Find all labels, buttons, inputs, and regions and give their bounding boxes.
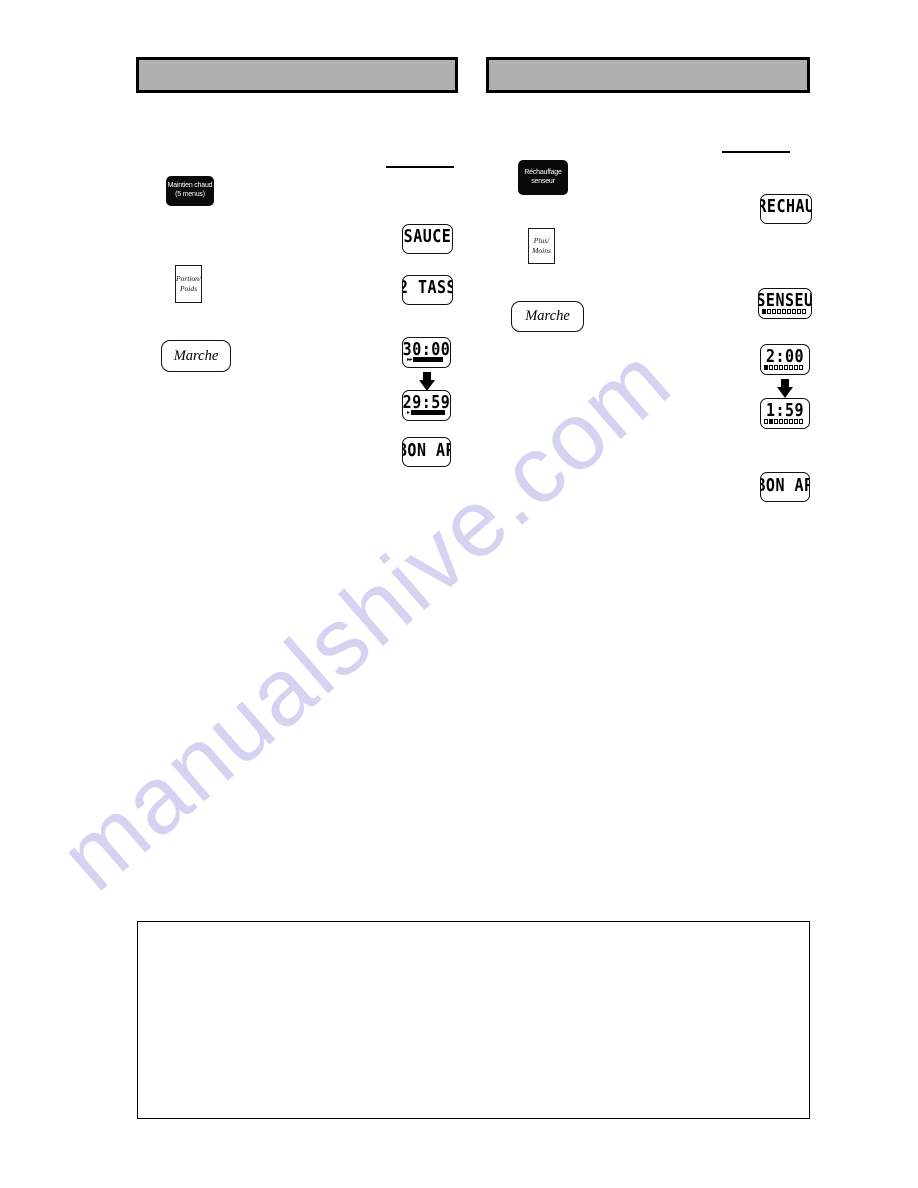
display-reheat: RECHAU — [760, 194, 812, 224]
display-sensor: SENSEU — [758, 288, 812, 319]
progress-bar-timer-start-right — [764, 364, 803, 370]
sensor-reheat-button[interactable]: Réchauffage senseur — [518, 160, 568, 195]
display-reheat-text: RECHAU — [760, 195, 812, 217]
display-column-rule-left — [386, 166, 454, 168]
display-two-cups-text: 2 TASS — [403, 276, 453, 298]
keep-warm-button[interactable]: Maintien chaud (5 menus) — [166, 176, 214, 206]
progress-bar-sensor — [762, 308, 806, 314]
manual-page: Maintien chaud (5 menus) Portion/Poids Ma… — [0, 0, 918, 1188]
display-bon-appetit-left: BON AP — [402, 437, 451, 467]
progress-chevrons: ▸ — [407, 409, 410, 416]
display-sauce-text: SAUCE — [403, 225, 452, 247]
start-button-right[interactable]: Marche — [511, 301, 584, 332]
section-header-right — [486, 57, 810, 93]
progress-chevrons: ▸▸ — [407, 356, 413, 363]
portion-weight-button[interactable]: Portion/Poids — [175, 265, 202, 303]
more-less-button[interactable]: Plus/Moins — [528, 228, 555, 264]
progress-fill — [410, 410, 445, 415]
display-timer-start-right: 2:00 — [760, 344, 810, 375]
display-timer-running-right: 1:59 — [760, 398, 810, 429]
display-sauce: SAUCE — [402, 224, 453, 254]
display-bon-appetit-right: BON AP — [760, 472, 810, 502]
display-timer-start-left: 30:00 ▸▸ — [402, 337, 451, 368]
section-header-left — [136, 57, 458, 93]
display-timer-running-left: 29:59 ▸ — [402, 390, 451, 421]
progress-bar-timer-start-left: ▸▸ — [407, 356, 448, 363]
display-two-cups: 2 TASS — [402, 275, 453, 305]
start-button-left[interactable]: Marche — [161, 340, 231, 372]
progress-bar-timer-running-left: ▸ — [407, 409, 448, 416]
display-column-rule-right — [722, 151, 790, 153]
display-bon-appetit-left-text: BON AP — [403, 439, 450, 461]
display-bon-appetit-right-text: BON AP — [761, 474, 809, 496]
progress-fill — [413, 357, 444, 362]
progress-bar-timer-running-right — [764, 418, 803, 424]
note-box — [137, 921, 810, 1119]
